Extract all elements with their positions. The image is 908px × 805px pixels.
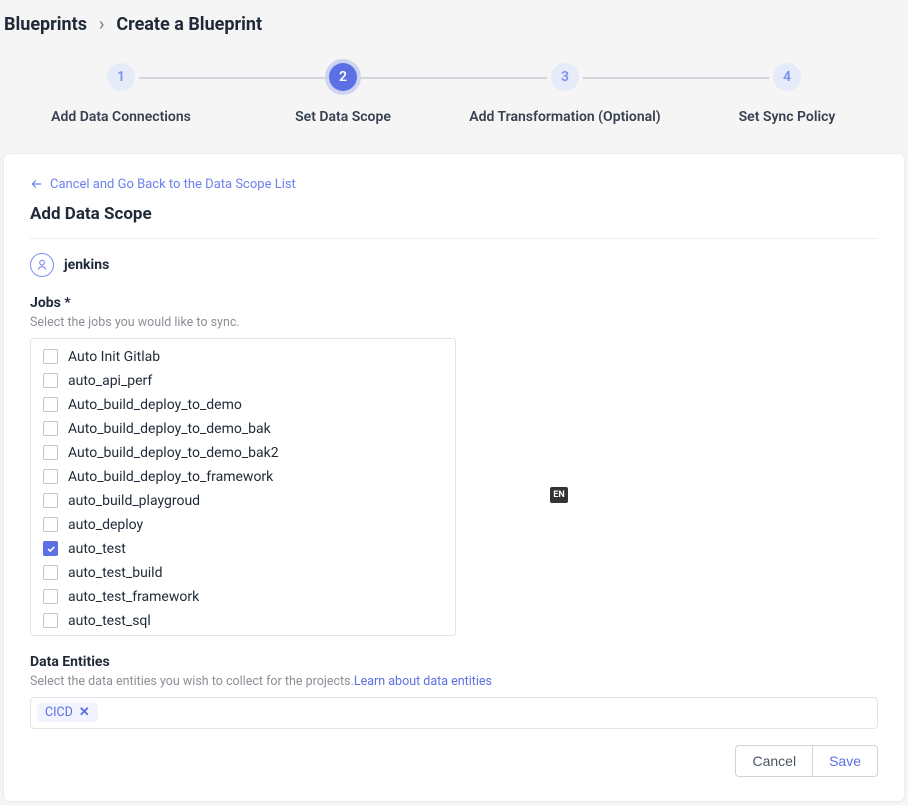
entities-label: Data Entities (30, 654, 878, 670)
job-item[interactable]: Auto_build_deploy_to_demo_bak2 (31, 441, 455, 465)
footer-actions: Cancel Save (30, 745, 878, 777)
step-number-icon: 1 (107, 63, 135, 91)
job-checkbox[interactable] (43, 373, 58, 388)
entities-help: Select the data entities you wish to col… (30, 674, 878, 689)
job-checkbox[interactable] (43, 541, 58, 556)
job-name: Auto_build_deploy_to_framework (68, 469, 273, 485)
tag-remove-icon[interactable]: ✕ (79, 705, 90, 720)
job-checkbox[interactable] (43, 517, 58, 532)
job-checkbox[interactable] (43, 421, 58, 436)
jobs-help: Select the jobs you would like to sync. (30, 315, 878, 330)
entities-help-text: Select the data entities you wish to col… (30, 674, 354, 689)
step-number-icon: 4 (773, 63, 801, 91)
step-2[interactable]: 2 Set Data Scope (232, 63, 454, 125)
stepper: 1 Add Data Connections 2 Set Data Scope 3 Add… (0, 53, 908, 153)
job-name: Auto_build_deploy_to_demo (68, 397, 242, 413)
job-checkbox[interactable] (43, 397, 58, 412)
job-item[interactable]: auto_test (31, 537, 455, 561)
back-link[interactable]: Cancel and Go Back to the Data Scope Lis… (30, 177, 296, 192)
job-checkbox[interactable] (43, 469, 58, 484)
save-button[interactable]: Save (812, 745, 878, 777)
job-item[interactable]: Auto_build_deploy_to_demo (31, 393, 455, 417)
job-name: auto_test_framework (68, 589, 199, 605)
job-item[interactable]: auto_test_framework (31, 585, 455, 609)
step-4[interactable]: 4 Set Sync Policy (676, 63, 898, 125)
step-label: Set Data Scope (295, 109, 391, 125)
divider (30, 238, 878, 239)
step-3[interactable]: 3 Add Transformation (Optional) (454, 63, 676, 125)
job-checkbox[interactable] (43, 589, 58, 604)
job-name: Auto_build_deploy_to_demo_bak (68, 421, 271, 437)
jobs-label: Jobs * (30, 295, 878, 311)
page-title: Add Data Scope (30, 204, 878, 224)
step-label: Add Data Connections (51, 109, 191, 125)
job-item[interactable]: auto_test_build (31, 561, 455, 585)
entity-tag: CICD ✕ (37, 703, 98, 722)
breadcrumb-separator: › (99, 14, 104, 35)
job-name: Auto Init Gitlab (68, 349, 160, 365)
connection-header: jenkins (30, 253, 878, 277)
job-checkbox[interactable] (43, 613, 58, 628)
cancel-button[interactable]: Cancel (735, 745, 812, 777)
main-card: Cancel and Go Back to the Data Scope Lis… (3, 153, 905, 802)
job-item[interactable]: Auto Init Gitlab (31, 345, 455, 369)
job-item[interactable]: auto_build_playgroud (31, 489, 455, 513)
arrow-left-icon (30, 177, 44, 191)
job-name: auto_api_perf (68, 373, 152, 389)
step-number-icon: 2 (329, 63, 357, 91)
job-checkbox[interactable] (43, 349, 58, 364)
breadcrumb-parent[interactable]: Blueprints (4, 14, 87, 35)
job-checkbox[interactable] (43, 493, 58, 508)
job-item[interactable]: auto_api_perf (31, 369, 455, 393)
job-checkbox[interactable] (43, 445, 58, 460)
job-name: auto_deploy (68, 517, 143, 533)
job-item[interactable]: Auto_build_deploy_to_framework (31, 465, 455, 489)
breadcrumb-current: Create a Blueprint (116, 14, 262, 35)
entity-tag-label: CICD (45, 705, 73, 720)
job-name: auto_test_build (68, 565, 163, 581)
jobs-listbox[interactable]: Auto Init Gitlab auto_api_perf Auto_build_… (30, 338, 456, 636)
back-link-text: Cancel and Go Back to the Data Scope Lis… (50, 177, 296, 192)
job-name: auto_test_sql (68, 613, 151, 629)
entities-learn-link[interactable]: Learn about data entities (354, 674, 492, 689)
job-name: auto_test (68, 541, 126, 557)
job-item[interactable]: Auto_build_deploy_to_demo_bak (31, 417, 455, 441)
step-label: Set Sync Policy (739, 109, 836, 125)
job-name: Auto_build_deploy_to_demo_bak2 (68, 445, 279, 461)
step-1[interactable]: 1 Add Data Connections (10, 63, 232, 125)
step-number-icon: 3 (551, 63, 579, 91)
jenkins-icon (30, 253, 54, 277)
step-label: Add Transformation (Optional) (469, 109, 660, 125)
job-checkbox[interactable] (43, 565, 58, 580)
entities-taginput[interactable]: CICD ✕ (30, 697, 878, 729)
job-item[interactable]: auto_deploy (31, 513, 455, 537)
job-item[interactable]: auto_test_sql (31, 609, 455, 633)
connection-name: jenkins (64, 257, 109, 273)
job-name: auto_build_playgroud (68, 493, 200, 509)
input-lang-badge: EN (550, 487, 568, 503)
breadcrumb: Blueprints › Create a Blueprint (0, 0, 908, 53)
